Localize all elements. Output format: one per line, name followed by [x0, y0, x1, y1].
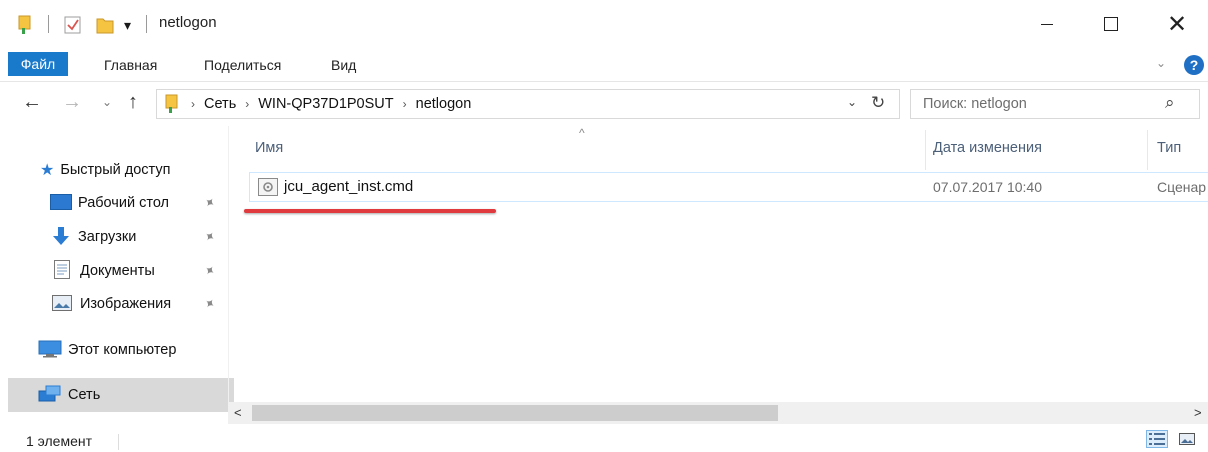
download-arrow-icon: [52, 226, 70, 249]
ribbon-tabs: Файл Главная Поделиться Вид ⌄ ?: [0, 48, 1208, 82]
breadcrumb-separator-icon[interactable]: ›: [403, 97, 407, 111]
desktop-icon: [50, 193, 72, 213]
search-box[interactable]: ⌕: [910, 89, 1200, 119]
breadcrumb: › Сеть › WIN-QP37D1P0SUT › netlogon: [191, 96, 471, 112]
network-icon: [38, 385, 62, 406]
pin-icon: ✦: [200, 261, 219, 280]
nav-downloads[interactable]: Загрузки ✦: [0, 221, 228, 253]
column-header-type[interactable]: Тип: [1157, 140, 1181, 156]
nav-quick-access-label: Быстрый доступ: [60, 162, 171, 178]
close-button[interactable]: ✕: [1154, 0, 1200, 48]
tab-home[interactable]: Главная: [104, 57, 157, 73]
tab-file[interactable]: Файл: [8, 52, 68, 76]
column-divider[interactable]: [1147, 130, 1148, 170]
pin-icon: ✦: [200, 227, 219, 246]
breadcrumb-server[interactable]: WIN-QP37D1P0SUT: [258, 96, 393, 112]
scrollbar-thumb[interactable]: [252, 405, 778, 421]
horizontal-scrollbar[interactable]: < >: [228, 402, 1208, 424]
file-list: ^ Имя Дата изменения Тип jcu_agent_inst.…: [228, 126, 1208, 406]
breadcrumb-separator-icon[interactable]: ›: [245, 97, 249, 111]
file-name: jcu_agent_inst.cmd: [284, 178, 414, 195]
large-icons-view-icon[interactable]: [1176, 430, 1198, 448]
item-count: 1 элемент: [26, 433, 93, 449]
nav-pictures-label: Изображения: [80, 296, 172, 312]
minimize-button[interactable]: [1024, 0, 1070, 48]
tab-view[interactable]: Вид: [331, 57, 356, 73]
minimize-icon: [1041, 23, 1053, 25]
file-row[interactable]: jcu_agent_inst.cmd 07.07.2017 10:40 Сцен…: [249, 172, 1208, 202]
nav-downloads-label: Загрузки: [78, 229, 137, 245]
details-view-icon[interactable]: [1146, 430, 1168, 448]
window-title: netlogon: [159, 14, 217, 31]
address-bar[interactable]: › Сеть › WIN-QP37D1P0SUT › netlogon ⌄ ↻: [156, 89, 900, 119]
nav-desktop-label: Рабочий стол: [78, 195, 170, 211]
address-folder-icon: [165, 94, 183, 117]
column-header-name[interactable]: Имя: [255, 140, 283, 156]
breadcrumb-netlogon[interactable]: netlogon: [416, 96, 472, 112]
nav-documents[interactable]: Документы ✦: [0, 255, 228, 287]
quick-access-dropdown-icon[interactable]: ▾: [124, 14, 131, 36]
nav-pictures[interactable]: Изображения ✦: [0, 288, 228, 320]
scroll-left-arrow-icon[interactable]: <: [234, 405, 242, 420]
navigation-bar: ← → ⌄ ↑ › Сеть › WIN-QP37D1P0SUT › netlo…: [0, 82, 1208, 126]
recent-locations-chevron-icon[interactable]: ⌄: [102, 95, 112, 109]
search-icon[interactable]: ⌕: [1165, 93, 1175, 113]
quick-access-folder-icon[interactable]: [18, 14, 36, 36]
scroll-right-arrow-icon[interactable]: >: [1194, 405, 1202, 420]
up-arrow-icon[interactable]: ↑: [128, 91, 138, 114]
titlebar-separator: [48, 15, 49, 33]
tab-share[interactable]: Поделиться: [204, 57, 281, 73]
maximize-button[interactable]: [1088, 0, 1134, 48]
file-date: 07.07.2017 10:40: [933, 179, 1042, 195]
close-icon: ✕: [1166, 10, 1188, 38]
maximize-icon: [1104, 17, 1118, 31]
back-arrow-icon[interactable]: ←: [22, 91, 42, 114]
expand-ribbon-chevron-icon[interactable]: ⌄: [1156, 56, 1166, 70]
sort-ascending-caret-icon: ^: [579, 126, 585, 140]
refresh-icon[interactable]: ↻: [871, 93, 885, 113]
pin-icon: ✦: [200, 294, 219, 313]
breadcrumb-separator-icon[interactable]: ›: [191, 97, 195, 111]
star-icon: ★: [40, 162, 55, 179]
nav-network-label: Сеть: [68, 387, 101, 403]
title-bar: ▾ netlogon ✕: [0, 0, 1208, 48]
documents-icon: [54, 260, 70, 282]
status-separator: [118, 434, 119, 450]
help-icon[interactable]: ?: [1184, 55, 1204, 75]
column-divider[interactable]: [925, 130, 926, 170]
monitor-icon: [38, 340, 62, 361]
nav-this-pc-label: Этот компьютер: [68, 342, 177, 358]
properties-check-icon[interactable]: [64, 14, 82, 36]
red-underline-annotation: [244, 209, 496, 213]
cmd-file-icon: [258, 178, 278, 199]
new-folder-icon[interactable]: [96, 14, 114, 36]
nav-documents-label: Документы: [80, 263, 155, 279]
nav-network[interactable]: Сеть: [8, 378, 234, 412]
pin-icon: ✦: [200, 193, 219, 212]
breadcrumb-network[interactable]: Сеть: [204, 96, 236, 112]
file-type: Сценар: [1157, 179, 1207, 195]
search-input[interactable]: [911, 90, 1161, 118]
nav-quick-access[interactable]: ★ Быстрый доступ: [0, 154, 228, 186]
address-dropdown-icon[interactable]: ⌄: [847, 95, 857, 109]
nav-this-pc[interactable]: Этот компьютер: [0, 334, 228, 366]
column-header-date[interactable]: Дата изменения: [933, 140, 1042, 156]
pictures-icon: [52, 294, 72, 314]
forward-arrow-icon[interactable]: →: [62, 91, 82, 114]
navigation-pane: ★ Быстрый доступ Рабочий стол ✦ Загрузки…: [0, 126, 234, 416]
status-bar: 1 элемент: [0, 426, 1208, 452]
titlebar-separator: [146, 15, 147, 33]
nav-desktop[interactable]: Рабочий стол ✦: [0, 187, 228, 219]
